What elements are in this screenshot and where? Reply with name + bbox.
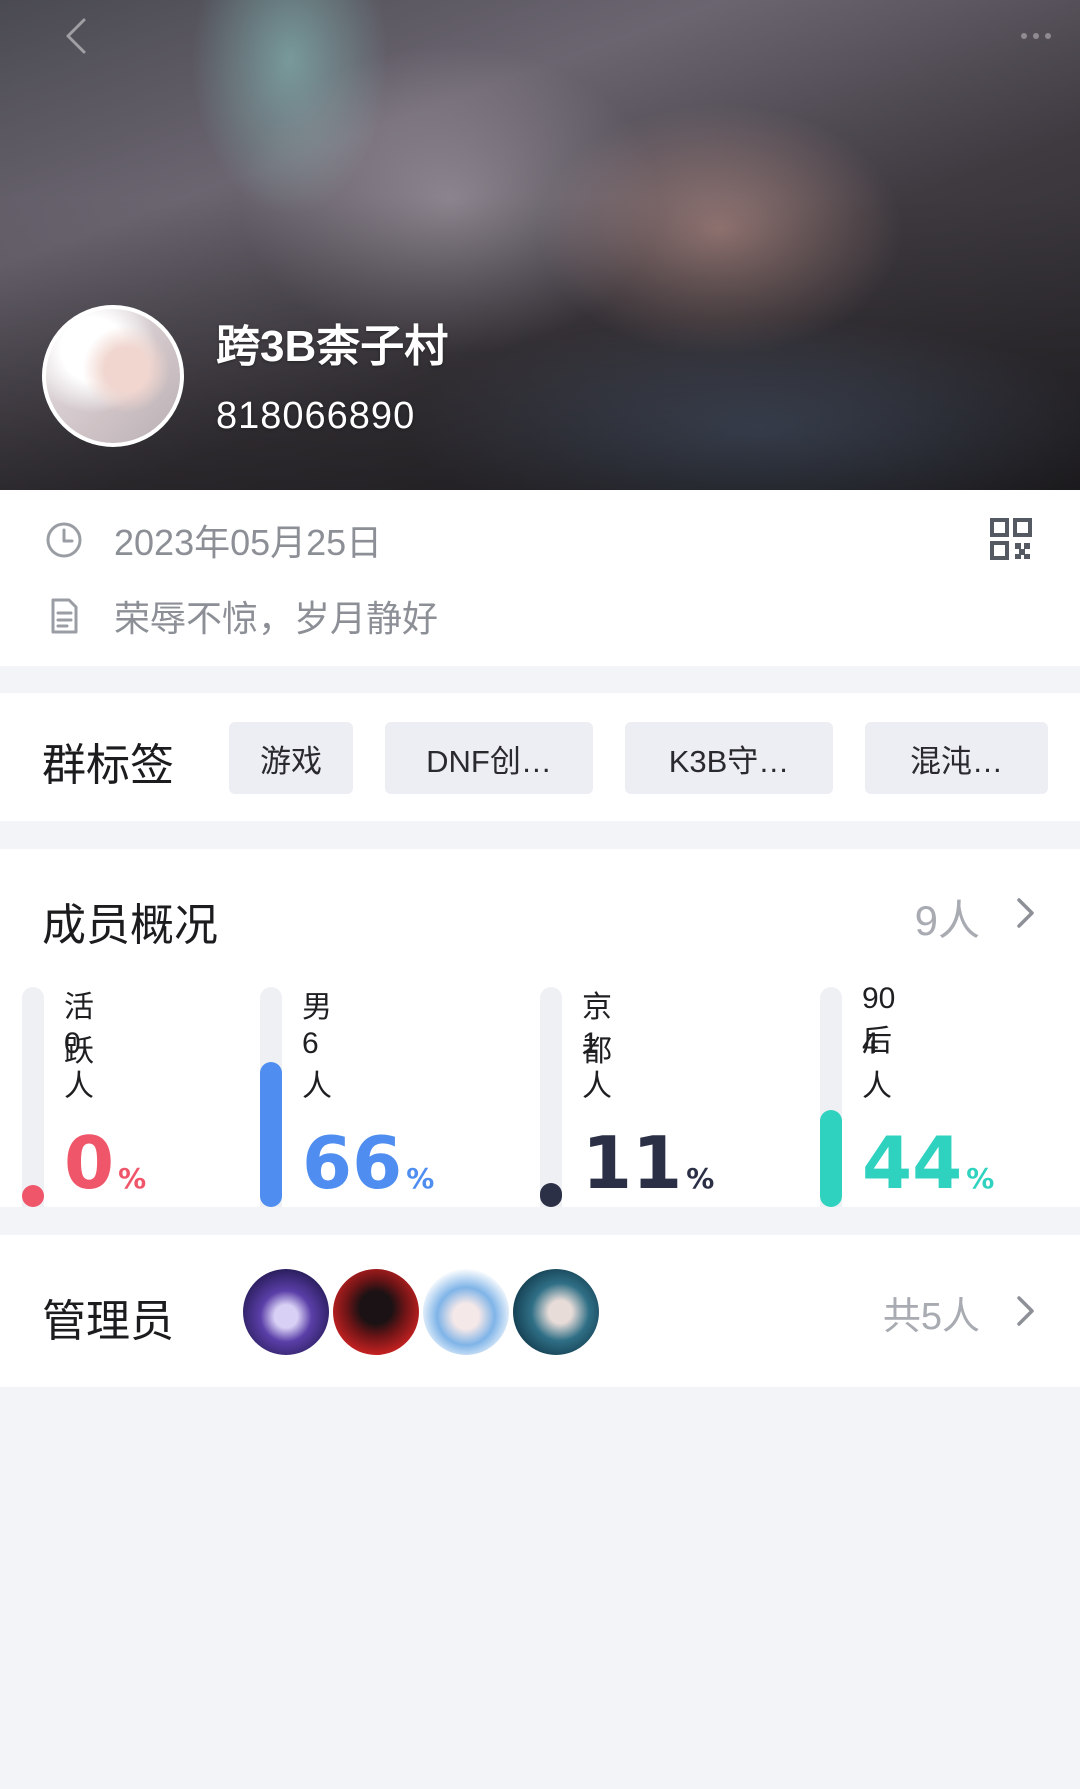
stat-bar-track [22,987,44,1207]
tag-chip[interactable]: 混沌… [865,722,1048,794]
group-description: 荣辱不惊，岁月静好 [114,598,439,639]
stat-count: 4人 [862,1027,892,1103]
tag-chip[interactable]: DNF创… [385,722,593,794]
created-date-row: 2023年05月25日 [44,514,382,566]
qr-code-icon[interactable] [990,518,1032,560]
stat-percent: 66% [302,1127,434,1199]
stat-bar-track [820,987,842,1207]
tag-chip[interactable]: K3B守… [625,722,833,794]
stat-count: 0人 [64,1027,94,1103]
stat-bar-fill [540,1183,562,1207]
chevron-right-icon[interactable] [1012,1291,1038,1331]
stat-bar-fill [260,1062,282,1207]
admins-count: 共5人 [882,1296,980,1338]
stat-bar-fill [22,1185,44,1207]
group-avatar[interactable] [42,305,184,447]
stat-percent-sign: % [406,1162,435,1195]
group-info-card: 2023年05月25日 荣辱不惊，岁月静好 [0,490,1080,666]
chevron-left-icon[interactable] [56,14,100,58]
stat-bar-track [540,987,562,1207]
more-icon[interactable] [1014,14,1058,58]
tags-title: 群标签 [42,741,174,790]
admin-avatar[interactable] [243,1269,329,1355]
group-tags-card: 群标签 游戏 DNF创… K3B守… 混沌… [0,693,1080,821]
group-name: 跨3B柰子村 [216,322,449,371]
members-overview-card[interactable]: 成员概况 9人 活跃 0人 0% 男 6人 66% 京都 1人 11% 90后 [0,849,1080,1207]
admins-card[interactable]: 管理员 共5人 [0,1235,1080,1387]
document-icon [51,598,78,634]
tag-chip[interactable]: 游戏 [229,722,353,794]
admins-title: 管理员 [42,1297,174,1346]
stat-percent-value: 66 [302,1121,403,1205]
stat-percent: 44% [862,1127,994,1199]
stat-percent-sign: % [686,1162,715,1195]
stat-percent-sign: % [118,1162,147,1195]
stat-percent: 0% [64,1127,146,1199]
stat-bar-track [260,987,282,1207]
admin-avatar[interactable] [423,1269,509,1355]
stat-bar-fill [820,1110,842,1207]
stat-count: 6人 [302,1027,332,1103]
stat-percent-sign: % [966,1162,995,1195]
admin-avatar[interactable] [333,1269,419,1355]
chevron-right-icon[interactable] [1012,893,1038,933]
stat-count: 1人 [582,1027,612,1103]
stat-label: 男 [302,991,332,1024]
stat-percent-value: 0 [64,1121,115,1205]
members-count: 9人 [914,897,980,944]
clock-icon [46,522,82,558]
admin-avatar[interactable] [513,1269,599,1355]
stat-percent-value: 11 [582,1121,683,1205]
stat-percent: 11% [582,1127,714,1199]
group-id: 818066890 [216,395,416,437]
members-title: 成员概况 [42,901,218,950]
description-row: 荣辱不惊，岁月静好 [44,590,438,642]
stat-percent-value: 44 [862,1121,963,1205]
group-cover: 跨3B柰子村 818066890 [0,0,1080,490]
created-date: 2023年05月25日 [114,522,383,563]
